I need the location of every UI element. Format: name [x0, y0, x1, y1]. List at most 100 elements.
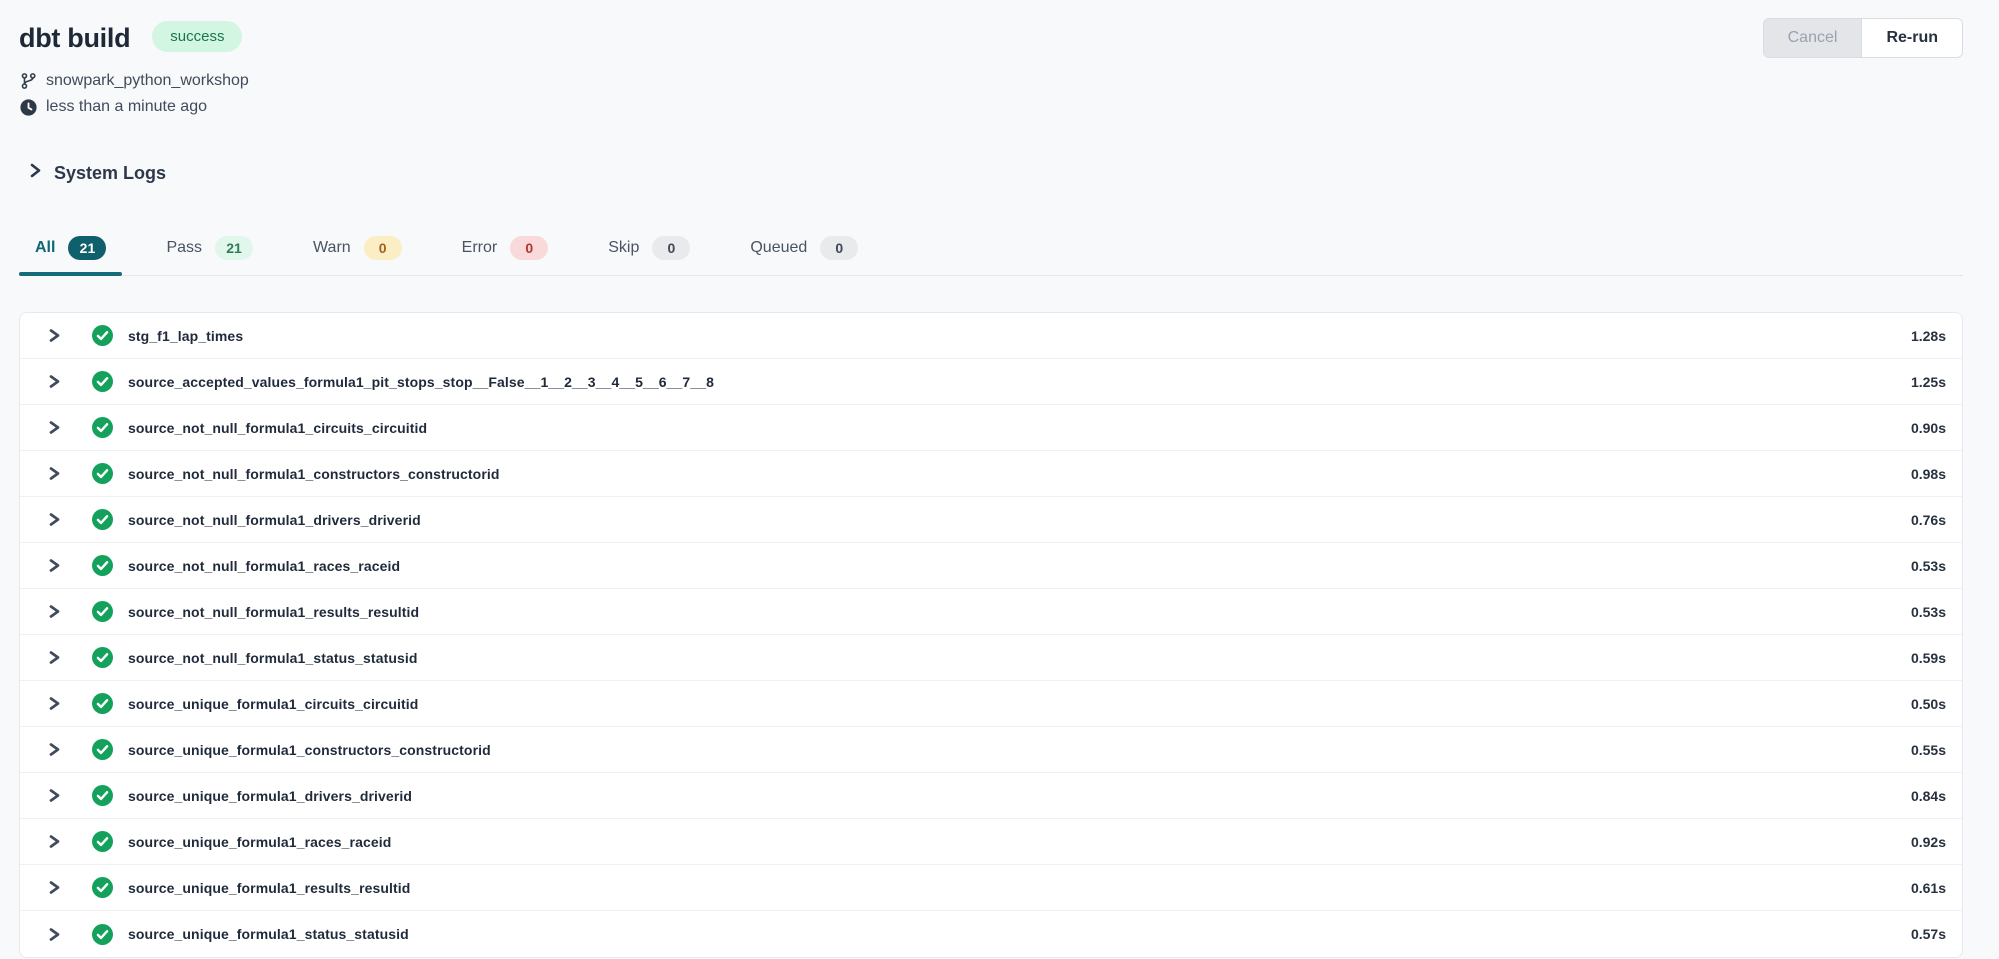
node-duration: 0.53s — [1911, 604, 1946, 620]
node-name: source_not_null_formula1_constructors_co… — [128, 466, 500, 482]
node-name: source_unique_formula1_races_raceid — [128, 834, 391, 850]
expand-chevron-icon[interactable] — [47, 373, 61, 390]
node-duration: 0.57s — [1911, 926, 1946, 942]
tab-all[interactable]: All 21 — [19, 224, 122, 275]
node-name: source_unique_formula1_circuits_circuiti… — [128, 696, 418, 712]
run-actions: Cancel Re-run — [1763, 18, 1963, 58]
results-list: stg_f1_lap_times 1.28s source_accepted_v… — [19, 312, 1963, 958]
tab-error[interactable]: Error 0 — [446, 224, 565, 275]
expand-chevron-icon[interactable] — [47, 787, 61, 804]
chevron-right-icon — [28, 162, 42, 184]
tab-count-badge: 0 — [510, 236, 548, 260]
success-check-icon — [92, 325, 113, 346]
status-badge: success — [152, 21, 242, 52]
success-check-icon — [92, 417, 113, 438]
expand-chevron-icon[interactable] — [47, 879, 61, 896]
result-row[interactable]: source_unique_formula1_constructors_cons… — [20, 727, 1962, 773]
system-logs-expander[interactable]: System Logs — [28, 162, 166, 184]
expand-chevron-icon[interactable] — [47, 833, 61, 850]
tab-pass[interactable]: Pass 21 — [150, 224, 269, 275]
success-check-icon — [92, 877, 113, 898]
node-duration: 0.50s — [1911, 696, 1946, 712]
success-check-icon — [92, 785, 113, 806]
tab-label: Pass — [166, 239, 202, 257]
result-row[interactable]: source_accepted_values_formula1_pit_stop… — [20, 359, 1962, 405]
tab-label: All — [35, 239, 55, 257]
result-row[interactable]: source_unique_formula1_status_statusid 0… — [20, 911, 1962, 957]
node-duration: 0.90s — [1911, 420, 1946, 436]
result-row[interactable]: source_not_null_formula1_circuits_circui… — [20, 405, 1962, 451]
result-row[interactable]: source_not_null_formula1_races_raceid 0.… — [20, 543, 1962, 589]
cancel-button[interactable]: Cancel — [1764, 19, 1863, 57]
node-duration: 1.25s — [1911, 374, 1946, 390]
tab-skip[interactable]: Skip 0 — [592, 224, 706, 275]
success-check-icon — [92, 555, 113, 576]
node-name: source_unique_formula1_status_statusid — [128, 926, 409, 942]
node-name: source_not_null_formula1_results_resulti… — [128, 604, 419, 620]
success-check-icon — [92, 463, 113, 484]
result-row[interactable]: stg_f1_lap_times 1.28s — [20, 313, 1962, 359]
node-duration: 0.92s — [1911, 834, 1946, 850]
success-check-icon — [92, 739, 113, 760]
result-row[interactable]: source_not_null_formula1_results_resulti… — [20, 589, 1962, 635]
tab-count-badge: 21 — [68, 236, 106, 260]
status-filter-tabs: All 21 Pass 21 Warn 0 Error 0 Skip 0 Que… — [19, 224, 1963, 276]
tab-queued[interactable]: Queued 0 — [734, 224, 874, 275]
node-name: source_unique_formula1_results_resultid — [128, 880, 410, 896]
success-check-icon — [92, 371, 113, 392]
node-duration: 0.98s — [1911, 466, 1946, 482]
success-check-icon — [92, 601, 113, 622]
tab-label: Warn — [313, 239, 351, 257]
node-duration: 0.55s — [1911, 742, 1946, 758]
success-check-icon — [92, 647, 113, 668]
node-name: source_unique_formula1_drivers_driverid — [128, 788, 412, 804]
node-duration: 0.61s — [1911, 880, 1946, 896]
node-name: stg_f1_lap_times — [128, 328, 243, 344]
result-row[interactable]: source_unique_formula1_drivers_driverid … — [20, 773, 1962, 819]
branch-name: snowpark_python_workshop — [46, 72, 249, 90]
tab-label: Skip — [608, 239, 639, 257]
run-header: dbt build success Cancel Re-run snowpark… — [0, 0, 1999, 120]
expand-chevron-icon[interactable] — [47, 926, 61, 943]
time-ago: less than a minute ago — [46, 98, 207, 116]
branch-line: snowpark_python_workshop — [19, 68, 1963, 94]
tab-count-badge: 21 — [215, 236, 253, 260]
success-check-icon — [92, 831, 113, 852]
node-name: source_not_null_formula1_circuits_circui… — [128, 420, 427, 436]
result-row[interactable]: source_unique_formula1_results_resultid … — [20, 865, 1962, 911]
node-duration: 0.84s — [1911, 788, 1946, 804]
success-check-icon — [92, 509, 113, 530]
success-check-icon — [92, 693, 113, 714]
tab-warn[interactable]: Warn 0 — [297, 224, 418, 275]
time-line: less than a minute ago — [19, 94, 1963, 120]
expand-chevron-icon[interactable] — [47, 511, 61, 528]
expand-chevron-icon[interactable] — [47, 649, 61, 666]
result-row[interactable]: source_unique_formula1_circuits_circuiti… — [20, 681, 1962, 727]
expand-chevron-icon[interactable] — [47, 741, 61, 758]
expand-chevron-icon[interactable] — [47, 465, 61, 482]
node-duration: 0.53s — [1911, 558, 1946, 574]
tab-count-badge: 0 — [820, 236, 858, 260]
git-branch-icon — [19, 72, 37, 90]
result-row[interactable]: source_not_null_formula1_constructors_co… — [20, 451, 1962, 497]
expand-chevron-icon[interactable] — [47, 419, 61, 436]
node-name: source_not_null_formula1_status_statusid — [128, 650, 418, 666]
result-row[interactable]: source_not_null_formula1_drivers_driveri… — [20, 497, 1962, 543]
expand-chevron-icon[interactable] — [47, 695, 61, 712]
expand-chevron-icon[interactable] — [47, 327, 61, 344]
expand-chevron-icon[interactable] — [47, 557, 61, 574]
tab-label: Error — [462, 239, 498, 257]
result-row[interactable]: source_unique_formula1_races_raceid 0.92… — [20, 819, 1962, 865]
node-duration: 1.28s — [1911, 328, 1946, 344]
rerun-button[interactable]: Re-run — [1862, 19, 1962, 57]
tab-label: Queued — [750, 239, 807, 257]
node-name: source_not_null_formula1_races_raceid — [128, 558, 400, 574]
node-duration: 0.59s — [1911, 650, 1946, 666]
clock-icon — [19, 99, 37, 116]
tab-count-badge: 0 — [364, 236, 402, 260]
expand-chevron-icon[interactable] — [47, 603, 61, 620]
result-row[interactable]: source_not_null_formula1_status_statusid… — [20, 635, 1962, 681]
node-name: source_accepted_values_formula1_pit_stop… — [128, 374, 714, 390]
tab-count-badge: 0 — [652, 236, 690, 260]
node-duration: 0.76s — [1911, 512, 1946, 528]
